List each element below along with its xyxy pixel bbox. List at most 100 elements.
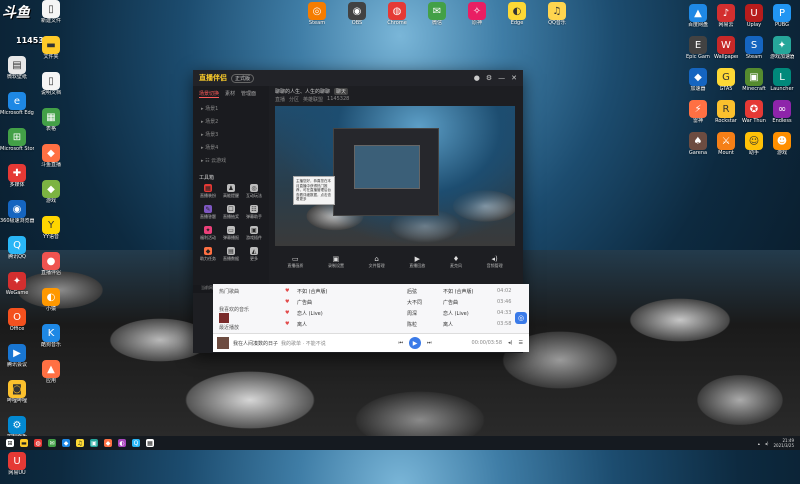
bottom-tool-button[interactable]: ◂) 音频管理 [487,255,503,269]
desktop-icon[interactable]: ◆ 游戏 [34,180,68,212]
music-sidebar-item[interactable]: 热门歌曲 [219,288,239,295]
toolbox-item[interactable]: ✦ 福利活动 [197,226,219,241]
toolbox-item[interactable]: ◭ 更多 [243,247,265,262]
toolbox-item[interactable]: ▦ 直播装扮 [197,184,219,199]
toolbox-item[interactable]: ☷ 弹幕助手 [243,205,265,220]
taskbar-app-icon[interactable]: ✉ [48,439,56,447]
toolbox-item[interactable]: ◆ 助力任务 [197,247,219,262]
desktop-icon[interactable]: G GTA5 [714,68,738,98]
toolbox-item[interactable]: ▤ 直播数据 [220,247,242,262]
desktop-icon[interactable]: ⚔ Mount [714,132,738,162]
close-icon[interactable]: ✕ [511,74,517,82]
desktop-icon[interactable]: ▬ 文件夹 [34,36,68,68]
taskbar-app-icon[interactable]: Q [132,439,140,447]
sidebar-tab[interactable]: 场景切换 [199,90,220,98]
music-sidebar-item[interactable]: 我喜欢的音乐 [219,306,249,313]
desktop-icon[interactable]: ◙ 哔哩哔哩 [0,380,34,412]
taskbar-app-icon[interactable]: ♫ [76,439,84,447]
desktop-icon[interactable]: ◎ Steam [300,2,334,34]
toolbox-item[interactable]: ◎ 互动玩法 [243,184,265,199]
desktop-icon[interactable]: ♠ Garena [686,132,710,162]
toolbox-item[interactable]: ▭ 弹幕播报 [220,226,242,241]
desktop-icon[interactable]: ▶ 腾讯会议 [0,344,34,376]
bottom-tool-button[interactable]: ▶ 直播回放 [409,255,425,269]
desktop-icon[interactable]: ▤ 微软壁纸 [0,56,34,88]
toolbox-item[interactable]: ☐ 直播抽奖 [220,205,242,220]
bottom-tool-button[interactable]: ⌂ 文件管理 [369,255,385,269]
volume-tray-icon[interactable]: ◂) [765,441,769,446]
scene-item[interactable]: ▸ 场景1 [193,102,269,115]
desktop-icon[interactable]: ▣ Minecraft [742,68,766,98]
desktop-icon[interactable]: ▦ 表格 [34,108,68,140]
desktop-icon[interactable]: Y YY语音 [34,216,68,248]
version-badge[interactable]: 正式版 [231,73,255,83]
song-row[interactable]: ♥ 广告曲 大不同 广告曲 03:46 [285,297,517,307]
desktop-icon[interactable]: ▲ 应用 [34,360,68,392]
desktop-icon[interactable]: ◍ Chrome [380,2,414,34]
desktop-icon[interactable]: ✚ 多媒体 [0,164,34,196]
minimize-icon[interactable]: — [498,74,505,82]
now-playing-cover[interactable] [217,337,229,349]
desktop-icon[interactable]: ◐ Edge [500,2,534,34]
heart-icon[interactable]: ♥ [285,288,297,294]
song-row[interactable]: ♥ 恋人 (Live) 周深 恋人 (Live) 04:33 [285,308,517,318]
desktop-icon[interactable]: S Steam [742,36,766,66]
song-row[interactable]: ♥ 离人 陈粒 离人 03:58 [285,319,517,329]
desktop-icon[interactable]: EEpic Games [686,36,710,66]
desktop-icon[interactable]: ☻ 游戏 [770,132,794,162]
desktop-icon[interactable]: ✦ 游戏加速器 [770,36,794,66]
toolbox-item[interactable]: ▣ 游戏插件 [243,226,265,241]
avatar-icon[interactable]: ● [474,74,480,82]
taskbar-app-icon[interactable]: ⊞ [6,439,14,447]
toolbox-item[interactable]: ✎ 直播答题 [197,205,219,220]
desktop-icon[interactable]: O Office [0,308,34,340]
heart-icon[interactable]: ♥ [285,321,297,327]
desktop-icon[interactable]: K 酷狗音乐 [34,324,68,356]
desktop-icon[interactable]: ☺ 助手 [742,132,766,162]
desktop-icon[interactable]: R Rockstar [714,100,738,130]
desktop-icon[interactable]: W Wallpaper [714,36,738,66]
sidebar-tab[interactable]: 素材 [225,90,235,98]
desktop-icon[interactable]: ◆ 斗鱼直播 [34,144,68,176]
desktop-icon[interactable]: ▲ 百度网盘 [686,4,710,34]
network-icon[interactable]: ▴ [758,441,760,446]
clock[interactable]: 21:49 2021/3/25 [773,438,794,448]
desktop-icon[interactable]: ◉ 360极速浏览器 [0,200,34,232]
desktop-icon[interactable]: U Uplay [742,4,766,34]
taskbar-app-icon[interactable]: ▬ [20,439,28,447]
scene-item[interactable]: ▸ 场景3 [193,128,269,141]
scene-item[interactable]: ▸ 场景4 [193,141,269,154]
settings-icon[interactable]: ⚙ [486,74,492,82]
bottom-tool-button[interactable]: ▣ 录制设置 [328,255,344,269]
desktop-icon[interactable]: ♫ QQ音乐 [540,2,574,34]
desktop-icon[interactable]: ∞ Endless [770,100,794,130]
desktop-icon[interactable]: ✪War Thunder [742,100,766,130]
taskbar-app-icon[interactable]: ▣ [90,439,98,447]
locate-song-button[interactable]: ◎ [515,312,527,324]
desktop-icon[interactable]: ✦ WeGame [0,272,34,304]
desktop-icon[interactable]: ✧ 原神 [460,2,494,34]
heart-icon[interactable]: ♥ [285,299,297,305]
desktop-icon[interactable]: P PUBG [770,4,794,34]
desktop-icon[interactable]: L Launcher [770,68,794,98]
song-row[interactable]: ♥ 不如 (合声版) 后弦 不如 (合声版) 04:02 [285,286,517,296]
desktop-icon[interactable]: ◆ 加速器 [686,68,710,98]
taskbar-app-icon[interactable]: ◐ [118,439,126,447]
taskbar-app-icon[interactable]: ◆ [104,439,112,447]
bottom-tool-button[interactable]: ♦ 麦克风 [450,255,462,269]
toolbox-item[interactable]: ♟ 高能提醒 [220,184,242,199]
desktop-icon[interactable]: ✉ 微信 [420,2,454,34]
desktop-icon[interactable]: ◉ OBS [340,2,374,34]
desktop-icon[interactable]: ⊞ Microsoft Store [0,128,34,160]
volume-icon[interactable]: ◂) [508,340,512,346]
desktop-icon[interactable]: U 网易UU [0,452,34,484]
desktop-icon[interactable]: ⚡ 雷神 [686,100,710,130]
previous-icon[interactable]: ⏮ [399,340,404,346]
album-cover[interactable] [219,313,229,323]
desktop-icon[interactable]: ▯ 说明文档 [34,72,68,104]
music-sidebar-item[interactable]: 最近播放 [219,324,239,331]
scene-item[interactable]: ▸ 场景2 [193,115,269,128]
play-button[interactable]: ▶ [409,337,422,349]
playlist-icon[interactable]: ☰ [519,340,523,346]
desktop-icon[interactable]: ◐ 小猿 [34,288,68,320]
